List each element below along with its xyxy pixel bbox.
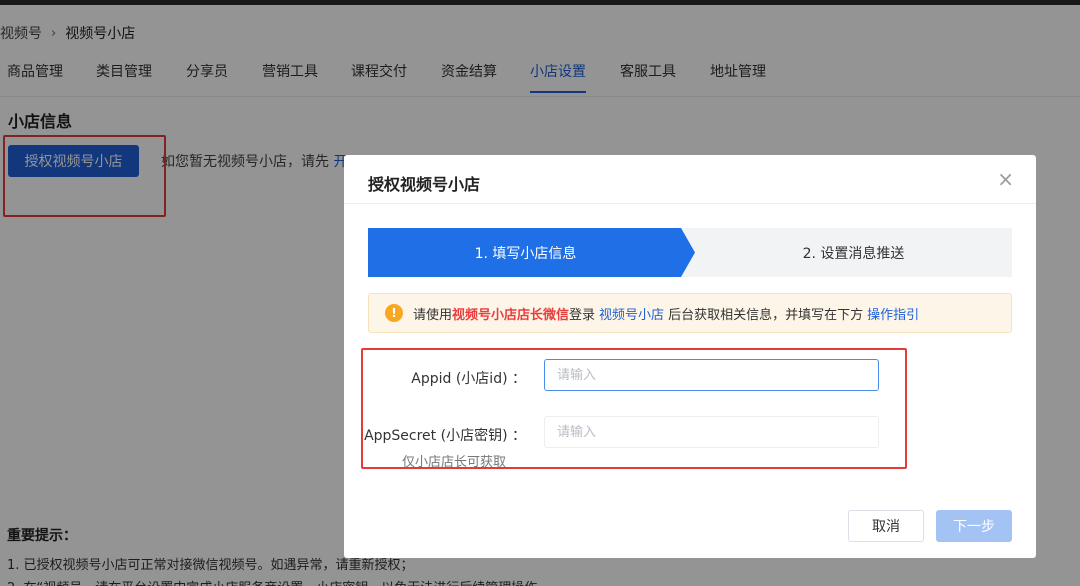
alert-middle: 登录 bbox=[569, 307, 596, 323]
info-alert: ! 请使用 视频号小店店长微信 登录 视频号小店 后台获取相关信息，并填写在下方… bbox=[368, 293, 1012, 333]
warning-icon: ! bbox=[385, 304, 403, 322]
next-step-button[interactable]: 下一步 bbox=[936, 510, 1012, 542]
dialog-title: 授权视频号小店 bbox=[368, 175, 481, 194]
alert-guide-link[interactable]: 操作指引 bbox=[867, 304, 919, 323]
step-message-push: 2. 设置消息推送 bbox=[802, 245, 905, 262]
alert-emphasis: 视频号小店店长微信 bbox=[452, 307, 570, 323]
close-icon[interactable]: × bbox=[997, 169, 1014, 189]
cancel-button[interactable]: 取消 bbox=[848, 510, 924, 542]
dialog-divider bbox=[344, 203, 1036, 204]
steps-bar: 1. 填写小店信息 2. 设置消息推送 bbox=[368, 228, 1012, 277]
annotation-highlight-box bbox=[361, 348, 907, 469]
alert-shop-link[interactable]: 视频号小店 bbox=[599, 304, 664, 323]
authorize-shop-dialog: 授权视频号小店 × 1. 填写小店信息 2. 设置消息推送 ! 请使用 视频号小… bbox=[344, 155, 1036, 558]
alert-suffix: 后台获取相关信息，并填写在下方 bbox=[668, 307, 864, 323]
alert-prefix: 请使用 bbox=[413, 307, 453, 323]
page: 视频号 › 视频号小店 商品管理 类目管理 分享员 营销工具 课程交付 资金结算… bbox=[0, 0, 1080, 586]
step-fill-shop-info: 1. 填写小店信息 bbox=[368, 228, 695, 277]
